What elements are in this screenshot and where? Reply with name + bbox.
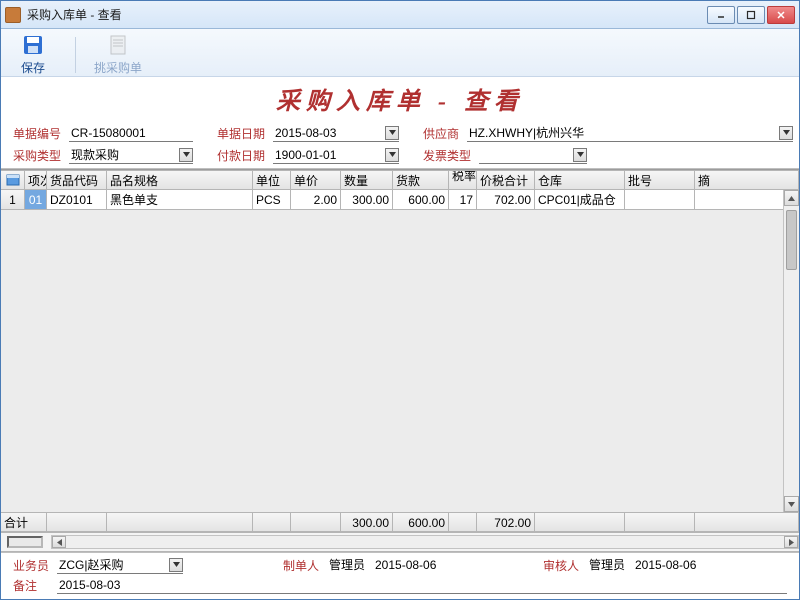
col-price[interactable]: 单价 [291,170,341,190]
doc-date-field[interactable]: 2015-08-03 [273,124,399,142]
cell-seq[interactable]: 01 [25,190,47,210]
pick-purchase-button[interactable]: 挑采购单 [94,33,142,76]
chevron-down-icon[interactable] [385,126,399,140]
minimize-button[interactable] [707,6,735,24]
col-wh[interactable]: 仓库 [535,170,625,190]
purch-type-field[interactable]: 现款采购 [69,146,193,164]
toolbar-separator [75,37,76,73]
record-indicator [7,536,43,548]
grid-body: 1 01 DZ0101 黑色单支 PCS 2.00 300.00 600.00 … [1,190,799,512]
sales-label: 业务员 [13,557,57,574]
col-amt[interactable]: 货款 [393,170,449,190]
header-form: 单据编号 CR-15080001 单据日期 2015-08-03 供应商 HZ.… [1,122,799,169]
chevron-down-icon[interactable] [169,558,183,572]
total-amt: 600.00 [393,512,449,532]
cell-tax[interactable]: 17 [449,190,477,210]
doc-no-label: 单据编号 [13,125,69,142]
scroll-left-button[interactable] [52,536,66,548]
col-qty[interactable]: 数量 [341,170,393,190]
sales-field[interactable]: ZCG|赵采购 [57,556,183,574]
chevron-down-icon[interactable] [779,126,793,140]
col-tax[interactable]: 税率% [449,170,477,190]
col-taxamt[interactable]: 价税合计 [477,170,535,190]
col-spec[interactable]: 品名规格 [107,170,253,190]
cell-unit[interactable]: PCS [253,190,291,210]
remark-field[interactable]: 2015-08-03 [57,576,787,594]
chevron-down-icon[interactable] [179,148,193,162]
col-rem[interactable]: 摘 [695,170,799,190]
horizontal-scrollbar[interactable] [51,535,799,549]
cell-wh[interactable]: CPC01|成品仓 [535,190,625,210]
grid-status-row [1,532,799,552]
scroll-right-button[interactable] [784,536,798,548]
grid-footer: 合计 300.00 600.00 702.00 [1,512,799,532]
cell-spec[interactable]: 黑色单支 [107,190,253,210]
toolbar: 保存 挑采购单 [1,29,799,77]
window-title: 采购入库单 - 查看 [27,6,707,23]
document-icon [106,33,130,57]
scroll-up-button[interactable] [784,190,799,206]
save-button[interactable]: 保存 [9,33,57,76]
total-qty: 300.00 [341,512,393,532]
page-title: 采购入库单 - 查看 [1,81,799,116]
scroll-down-button[interactable] [784,496,799,512]
maker-name: 管理员 [327,556,373,574]
chevron-down-icon[interactable] [385,148,399,162]
app-window: 采购入库单 - 查看 保存 挑采购单 采购入库单 - 查看 单据编号 CR-15… [0,0,800,600]
maker-label: 制单人 [283,557,327,574]
total-label: 合计 [1,512,47,532]
cell-taxamt[interactable]: 702.00 [477,190,535,210]
window-controls [707,6,795,24]
vertical-scrollbar[interactable] [783,190,799,512]
doc-date-label: 单据日期 [217,125,273,142]
supplier-field[interactable]: HZ.XHWHY|杭州兴华 [467,124,793,142]
purch-type-label: 采购类型 [13,147,69,164]
pay-date-label: 付款日期 [217,147,273,164]
save-icon [21,33,45,57]
cell-batch[interactable] [625,190,695,210]
footer-form: 业务员 ZCG|赵采购 制单人 管理员 2015-08-06 审核人 管理员 2… [1,552,799,599]
total-taxamt: 702.00 [477,512,535,532]
maker-date: 2015-08-06 [373,556,453,574]
table-row[interactable]: 1 01 DZ0101 黑色单支 PCS 2.00 300.00 600.00 … [1,190,799,210]
checker-name: 管理员 [587,556,633,574]
col-batch[interactable]: 批号 [625,170,695,190]
scroll-thumb[interactable] [786,210,797,270]
pick-label: 挑采购单 [94,59,142,76]
checker-date: 2015-08-06 [633,556,713,574]
pay-date-field[interactable]: 1900-01-01 [273,146,399,164]
close-button[interactable] [767,6,795,24]
maximize-button[interactable] [737,6,765,24]
chevron-down-icon[interactable] [573,148,587,162]
col-code[interactable]: 货品代码 [47,170,107,190]
checker-label: 审核人 [543,557,587,574]
titlebar: 采购入库单 - 查看 [1,1,799,29]
grid-header: 项次 货品代码 品名规格 单位 单价 数量 货款 税率% 价税合计 仓库 批号 … [1,170,799,190]
doc-no-field[interactable]: CR-15080001 [69,124,193,142]
save-label: 保存 [21,59,45,76]
app-icon [5,7,21,23]
cell-amt[interactable]: 600.00 [393,190,449,210]
remark-label: 备注 [13,577,57,594]
cell-qty[interactable]: 300.00 [341,190,393,210]
invoice-type-label: 发票类型 [423,147,479,164]
row-index: 1 [1,190,25,210]
cell-price[interactable]: 2.00 [291,190,341,210]
grid: 项次 货品代码 品名规格 单位 单价 数量 货款 税率% 价税合计 仓库 批号 … [1,169,799,552]
cell-code[interactable]: DZ0101 [47,190,107,210]
invoice-type-field[interactable] [479,146,587,164]
col-seq[interactable]: 项次 [25,170,47,190]
col-unit[interactable]: 单位 [253,170,291,190]
row-selector-header[interactable] [1,170,25,190]
supplier-label: 供应商 [423,125,467,142]
